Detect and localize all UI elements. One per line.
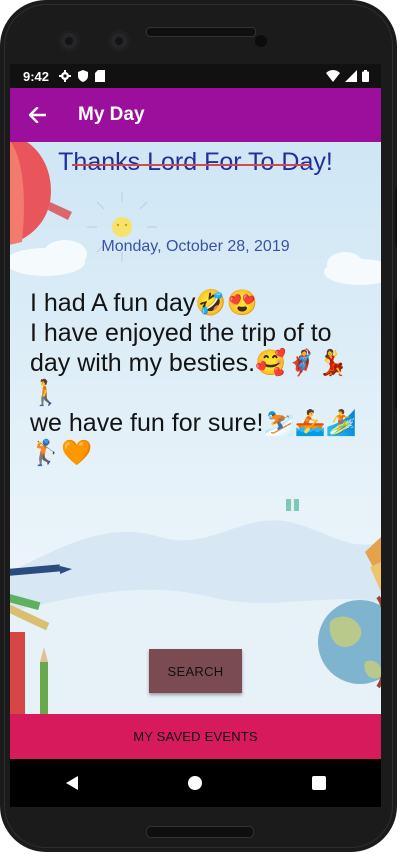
camera-icon xyxy=(108,30,130,52)
back-triangle-icon[interactable] xyxy=(42,763,102,803)
status-time: 9:42 xyxy=(23,68,50,84)
volume-button xyxy=(395,300,397,410)
earpiece-speaker xyxy=(146,27,256,37)
bottom-speaker xyxy=(146,826,254,838)
entry-note: I had A fun day🤣😍 I have enjoyed the tri… xyxy=(30,289,357,467)
app-bar: My Day xyxy=(10,88,381,142)
camera-icon xyxy=(58,30,80,52)
sim-icon xyxy=(95,70,106,82)
strike-line xyxy=(72,164,310,166)
recents-square-icon[interactable] xyxy=(289,763,349,803)
phone-frame: 9:42 My Day Thanks Lord For To Day! Mond… xyxy=(0,0,397,852)
entry-date: Monday, October 28, 2019 xyxy=(101,238,290,255)
shield-icon xyxy=(78,70,89,82)
home-circle-icon[interactable] xyxy=(165,763,225,803)
signal-icon xyxy=(345,70,357,82)
headline-text: Thanks Lord For To Day! xyxy=(58,148,333,176)
gift-illustration xyxy=(286,496,299,512)
status-bar: 9:42 xyxy=(10,64,381,88)
page-title: My Day xyxy=(78,104,145,125)
device-screen: 9:42 My Day Thanks Lord For To Day! Mond… xyxy=(10,64,381,759)
proximity-sensor xyxy=(255,35,267,47)
back-arrow-icon[interactable] xyxy=(10,107,66,123)
power-button xyxy=(395,188,397,248)
my-saved-events-button[interactable]: MY SAVED EVENTS xyxy=(10,714,381,759)
wifi-icon xyxy=(326,70,340,82)
search-button[interactable]: SEARCH xyxy=(149,649,242,693)
android-nav-bar xyxy=(10,759,381,807)
day-entry-content: Thanks Lord For To Day! Monday, October … xyxy=(10,142,381,714)
battery-icon xyxy=(362,70,369,82)
gear-icon xyxy=(59,70,72,82)
